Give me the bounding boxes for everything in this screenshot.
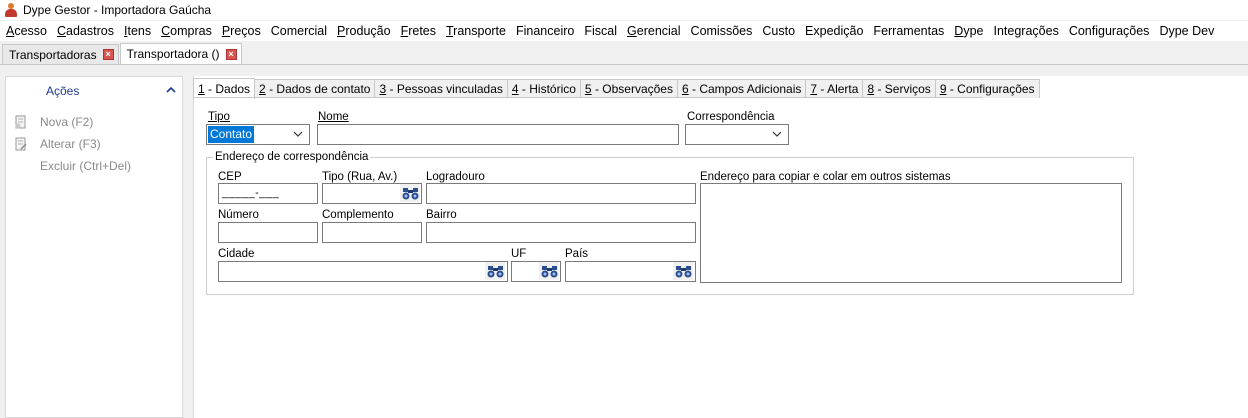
menu-dype[interactable]: Dype [950,21,987,41]
action-nova[interactable]: Nova (F2) [14,113,93,131]
menu-expedicao[interactable]: Expedição [801,21,867,41]
form-tabs: 1 - Dados 2 - Dados de contato 3 - Pesso… [193,78,1040,99]
doc-tab-transportadoras[interactable]: Transportadoras × [2,44,119,64]
chevron-down-icon [293,131,303,137]
menu-transporte[interactable]: Transporte [442,21,510,41]
cidade-label: Cidade [218,248,255,260]
doc-tab-label: Transportadoras [9,47,97,62]
close-icon[interactable]: × [225,48,237,60]
tab-configuracoes[interactable]: 9 - Configurações [934,79,1040,98]
numero-label: Número [218,209,259,221]
title-bar: Dype Gestor - Importadora Gaúcha [0,0,1248,20]
tab-servicos[interactable]: 8 - Serviços [862,79,936,98]
doc-tab-label: Transportadora () [126,47,220,61]
copy-address-textarea[interactable] [700,183,1122,283]
tab-dados[interactable]: 1 - Dados [193,78,256,99]
numero-input[interactable] [218,222,318,243]
cidade-input[interactable] [218,261,508,282]
tab-pessoas-vinculadas[interactable]: 3 - Pessoas vinculadas [374,79,508,98]
close-icon[interactable]: × [102,49,114,60]
menu-comissoes[interactable]: Comissões [687,21,757,41]
address-group-title: Endereço de correspondência [213,151,371,163]
menu-bar: Acesso Cadastros Itens Compras Preços Co… [0,21,1248,41]
tab-alerta[interactable]: 7 - Alerta [805,79,864,98]
search-cidade-button[interactable] [485,262,505,280]
menu-fretes[interactable]: Fretes [397,21,440,41]
correspondencia-select[interactable] [685,124,789,145]
chevron-down-icon [772,131,782,137]
search-pais-button[interactable] [673,262,693,280]
bairro-input[interactable] [426,222,696,243]
menu-integracoes[interactable]: Integrações [989,21,1062,41]
menu-configuracoes[interactable]: Configurações [1065,21,1154,41]
menu-financeiro[interactable]: Financeiro [512,21,578,41]
chevron-up-icon[interactable] [166,85,176,95]
menu-comercial[interactable]: Comercial [267,21,331,41]
doc-tab-transportadora[interactable]: Transportadora () × [119,43,242,64]
menu-custo[interactable]: Custo [758,21,799,41]
complemento-label: Complemento [322,209,394,221]
menu-ferramentas[interactable]: Ferramentas [869,21,948,41]
tipo-selected-value: Contato [208,126,255,143]
search-tipo-rua-button[interactable] [400,184,420,202]
window-title: Dype Gestor - Importadora Gaúcha [23,3,212,17]
actions-panel: Ações Nova (F2) Alterar (F3) Excluir (Ct… [5,76,183,418]
tab-campos-adicionais[interactable]: 6 - Campos Adicionais [676,79,807,98]
document-tabs: Transportadoras × Transportadora () × [0,43,1248,65]
search-uf-button[interactable] [539,262,559,280]
bairro-label: Bairro [426,209,457,221]
logradouro-input[interactable] [426,183,696,204]
actions-panel-title: Ações [46,84,80,98]
correspondencia-label: Correspondência [687,111,775,123]
menu-cadastros[interactable]: Cadastros [53,21,118,41]
tipo-label: Tipo [208,111,230,123]
nome-label: Nome [318,111,349,123]
tab-historico[interactable]: 4 - Histórico [506,79,581,98]
tipo-select[interactable]: Contato [206,124,310,145]
menu-fiscal[interactable]: Fiscal [580,21,621,41]
action-excluir[interactable]: Excluir (Ctrl+Del) [14,157,131,175]
delete-icon [14,159,28,173]
tab-dados-de-contato[interactable]: 2 - Dados de contato [254,79,376,98]
menu-itens[interactable]: Itens [120,21,155,41]
edit-document-icon [15,137,27,151]
menu-compras[interactable]: Compras [157,21,216,41]
action-label: Excluir (Ctrl+Del) [40,159,132,173]
action-alterar[interactable]: Alterar (F3) [14,135,101,153]
uf-label: UF [511,248,527,260]
nome-input[interactable] [317,124,679,145]
binoculars-icon [487,265,503,277]
action-label: Alterar (F3) [40,137,101,151]
new-document-icon [15,115,26,129]
menu-producao[interactable]: Produção [333,21,395,41]
binoculars-icon [402,187,418,199]
actions-panel-header[interactable]: Ações [6,77,182,105]
complemento-input[interactable] [322,222,422,243]
binoculars-icon [675,265,691,277]
menu-dype-dev[interactable]: Dype Dev [1155,21,1218,41]
pais-label: País [565,248,589,260]
binoculars-icon [541,265,557,277]
menu-precos[interactable]: Preços [218,21,265,41]
app-logo-icon [4,3,18,17]
tab-divider [193,97,983,98]
menu-gerencial[interactable]: Gerencial [623,21,685,41]
menu-acesso[interactable]: Acesso [2,21,51,41]
cep-input[interactable]: _____-___ [218,183,318,204]
action-label: Nova (F2) [40,115,94,129]
tab-observacoes[interactable]: 5 - Observações [579,79,678,98]
